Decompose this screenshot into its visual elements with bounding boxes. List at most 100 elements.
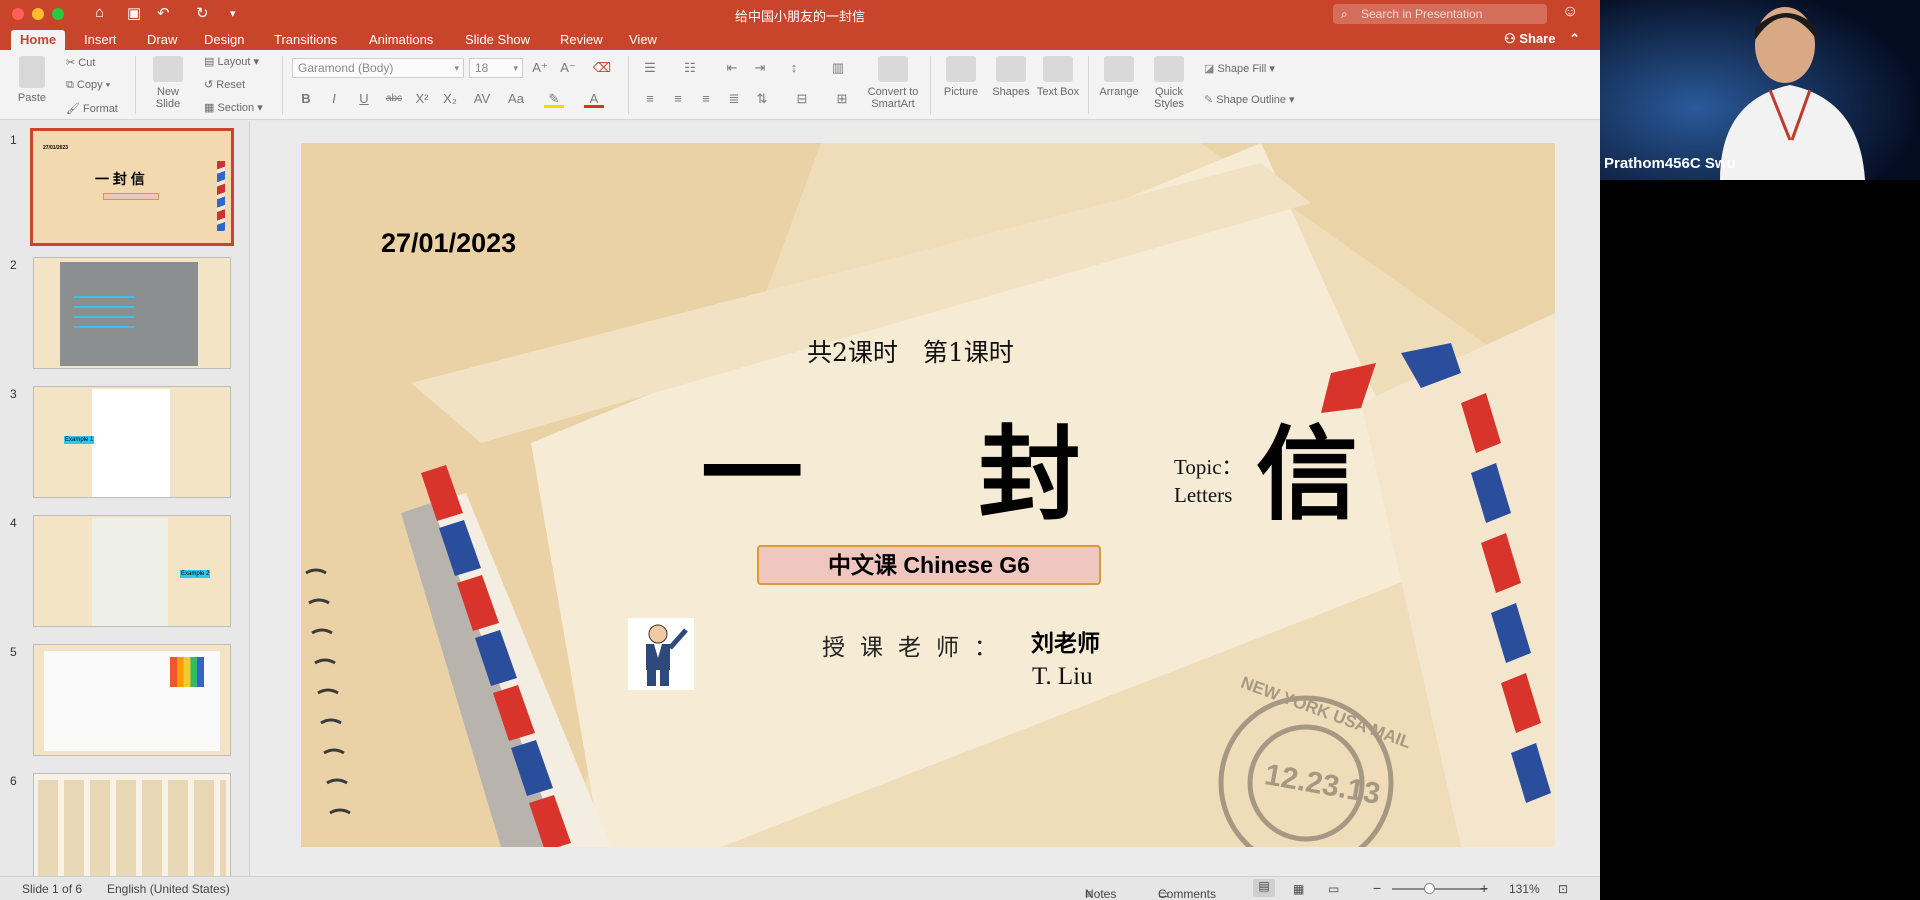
zoom-in-icon[interactable]: + [1480,880,1488,896]
strikethrough-icon[interactable]: abc [384,90,404,108]
superscript-icon[interactable]: X² [412,90,432,108]
arrange-button[interactable]: Arrange [1095,56,1143,98]
new-slide-label: New Slide [155,86,181,110]
shape-outline-button[interactable]: ✎ Shape Outline ▾ [1204,93,1295,106]
normal-view-icon[interactable]: ▤ [1253,879,1275,897]
shapes-icon [996,56,1026,82]
align-text-icon[interactable]: ⊟ [792,90,812,108]
slide-sorter-icon[interactable]: ▦ [1293,882,1304,896]
change-case-icon[interactable]: Aa [506,90,526,108]
tab-insert[interactable]: Insert [75,30,126,50]
webcam-feed [1600,0,1920,180]
picture-button[interactable]: Picture [938,56,984,98]
tab-design[interactable]: Design [195,30,253,50]
smartart-icon [878,56,908,82]
ribbon-divider [135,56,136,114]
format-painter-button[interactable]: 🖌 Format [66,102,118,115]
slide-thumbnail-6[interactable] [33,773,231,876]
tab-transitions[interactable]: Transitions [265,30,346,50]
tab-home[interactable]: Home [11,30,66,50]
character-spacing-icon[interactable]: AV [472,90,492,108]
convert-smartart-label: Convert to SmartArt [867,86,919,110]
layout-button[interactable]: ▤ Layout ▾ [204,55,259,68]
zoom-out-icon[interactable]: − [1373,880,1381,896]
convert-smartart-button[interactable]: Convert to SmartArt [862,56,924,110]
slide-thumbnail-4[interactable]: Example 2 [33,515,231,627]
new-slide-icon [153,56,183,82]
paste-label: Paste [17,92,47,104]
reading-view-icon[interactable]: ▭ [1328,882,1339,896]
feedback-smiley-icon[interactable]: ☺ [1562,3,1578,21]
slide-counter: Slide 1 of 6 [22,882,83,896]
tab-review[interactable]: Review [551,30,612,50]
zoom-slider[interactable] [1392,888,1487,890]
copy-button[interactable]: ⧉ Copy ▾ [66,79,110,92]
tab-draw[interactable]: Draw [138,30,186,50]
slide-thumbnail-1[interactable]: 27/01/2023 一 封 信 [30,128,234,246]
brush-icon: 🖌 [66,103,84,115]
decrease-indent-icon[interactable]: ⇤ [722,59,742,77]
slide-number: 2 [10,258,17,272]
slide-1[interactable]: 27/01/2023 共2课时 第1课时 一 封 信 Topic： Letter… [301,143,1555,847]
tab-slide-show[interactable]: Slide Show [456,30,539,50]
search-input[interactable]: ⌕ Search in Presentation [1333,4,1547,24]
shapes-label: Shapes [992,86,1030,98]
powerpoint-window: ⌂ ▣ ↶ ↻ ▾ 给中国小朋友的一封信 ⌕ Search in Present… [0,0,1600,900]
zoom-level[interactable]: 131% [1509,882,1540,896]
increase-indent-icon[interactable]: ⇥ [750,59,770,77]
font-name-select[interactable]: Garamond (Body) ▾ [292,58,464,78]
subscript-icon[interactable]: X₂ [440,90,460,108]
new-slide-button[interactable]: New Slide [145,56,191,110]
line-spacing-icon[interactable]: ↕ [784,59,804,77]
slide-thumbnail-2[interactable] [33,257,231,369]
align-right-icon[interactable]: ≡ [696,90,716,108]
font-size-select[interactable]: 18 ▾ [469,58,523,78]
copy-label: Copy [76,79,103,91]
bullets-icon[interactable]: ☰ [640,59,660,77]
decrease-font-icon[interactable]: A⁻ [558,59,578,77]
slide-thumbnail-5[interactable] [33,644,231,756]
slide-number: 4 [10,516,17,530]
section-button[interactable]: ▦ Section ▾ [204,101,263,114]
tab-view[interactable]: View [620,30,666,50]
columns-icon[interactable]: ▥ [828,59,848,77]
text-box-align-icon[interactable]: ⊞ [832,90,852,108]
underline-icon[interactable]: U [354,90,374,108]
cut-button[interactable]: ✂ Cut [66,56,95,69]
share-label: Share [1519,31,1556,46]
quick-styles-button[interactable]: Quick Styles [1146,56,1192,110]
thumb-1-stripes [217,161,225,231]
increase-font-icon[interactable]: A⁺ [530,59,550,77]
shapes-button[interactable]: Shapes [988,56,1034,98]
shape-fill-button[interactable]: ◪ Shape Fill ▾ [1204,62,1275,75]
chevron-down-icon: ▾ [513,63,518,73]
quick-styles-icon [1154,56,1184,82]
collapse-ribbon-icon[interactable]: ⌃ [1569,31,1580,46]
clear-formatting-icon[interactable]: ⌫ [592,59,612,77]
bold-icon[interactable]: B [296,90,316,108]
align-center-icon[interactable]: ≡ [668,90,688,108]
shape-fill-label: Shape Fill [1217,63,1267,75]
fit-to-window-icon[interactable]: ⊡ [1558,882,1568,896]
highlight-color-icon[interactable]: ✎ [544,90,564,108]
reset-button[interactable]: ↺ Reset [204,78,245,91]
zoom-slider-thumb[interactable] [1424,883,1435,894]
language-indicator[interactable]: English (United States) [107,882,230,896]
course-banner: 中文课 Chinese G6 [757,545,1101,585]
justify-icon[interactable]: ≣ [724,90,744,108]
paste-button[interactable]: Paste [12,56,52,104]
share-button[interactable]: ⚇ Share ⌃ [1504,31,1580,47]
text-box-button[interactable]: Text Box [1036,56,1080,98]
picture-label: Picture [943,86,979,98]
slide-thumbnail-3[interactable]: Example 1 [33,386,231,498]
italic-icon[interactable]: I [324,90,344,108]
align-left-icon[interactable]: ≡ [640,90,660,108]
font-color-icon[interactable]: A [584,90,604,108]
text-direction-icon[interactable]: ⇅ [752,90,772,108]
layout-icon: ▤ [204,56,218,68]
thumb-1-title: 一 封 信 [95,171,145,187]
numbering-icon[interactable]: ☷ [680,59,700,77]
slide-number: 5 [10,645,17,659]
ribbon-divider [1088,56,1089,114]
tab-animations[interactable]: Animations [360,30,442,50]
